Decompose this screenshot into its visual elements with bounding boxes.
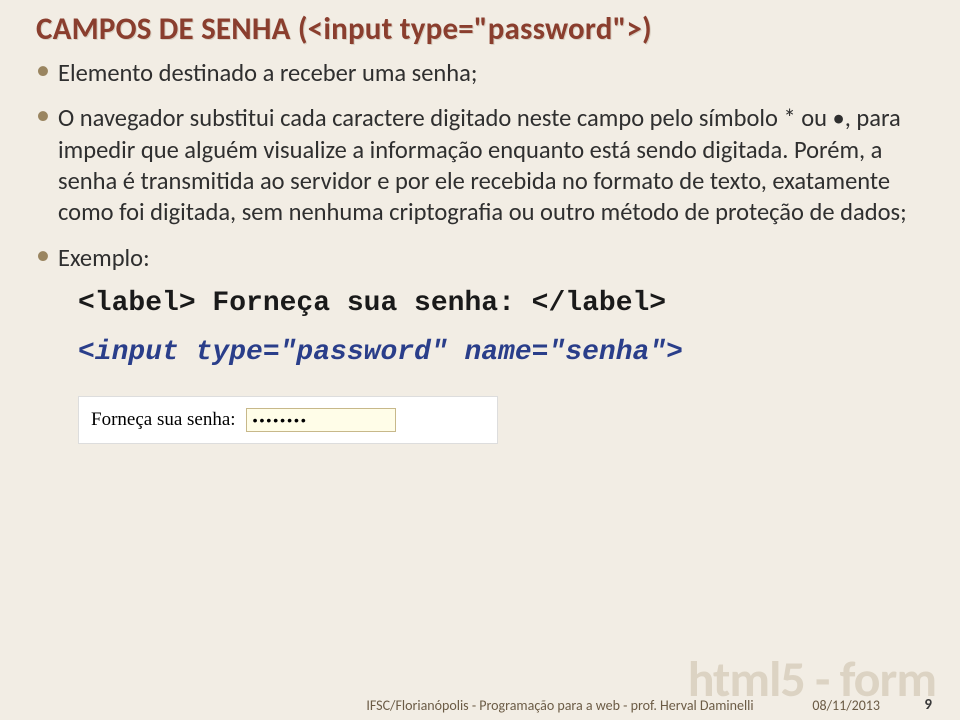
slide: CAMPOS DE SENHA (<input type="password">… [0, 0, 960, 720]
bullet-text: Elemento destinado a receber uma senha; [58, 58, 477, 88]
bullet-text: O navegador substitui cada caractere dig… [58, 103, 907, 227]
code-line-input: <input type="password" name="senha"> [78, 337, 924, 368]
footer-date: 08/11/2013 [812, 697, 880, 714]
example-label: Forneça sua senha: [91, 409, 236, 431]
code-line-label: <label> Forneça sua senha: </label> [78, 288, 924, 319]
password-input[interactable] [246, 408, 396, 432]
bullet-list: Elemento destinado a receber uma senha; … [36, 58, 924, 274]
bullet-item: Elemento destinado a receber uma senha; [36, 58, 924, 89]
bullet-item: Exemplo: [36, 243, 924, 274]
slide-title: CAMPOS DE SENHA (<input type="password">… [36, 10, 924, 48]
example-render-box: Forneça sua senha: [78, 396, 498, 444]
bullet-item: O navegador substitui cada caractere dig… [36, 103, 924, 228]
footer-page-number: 9 [924, 696, 932, 714]
bullet-text: Exemplo: [58, 243, 150, 273]
